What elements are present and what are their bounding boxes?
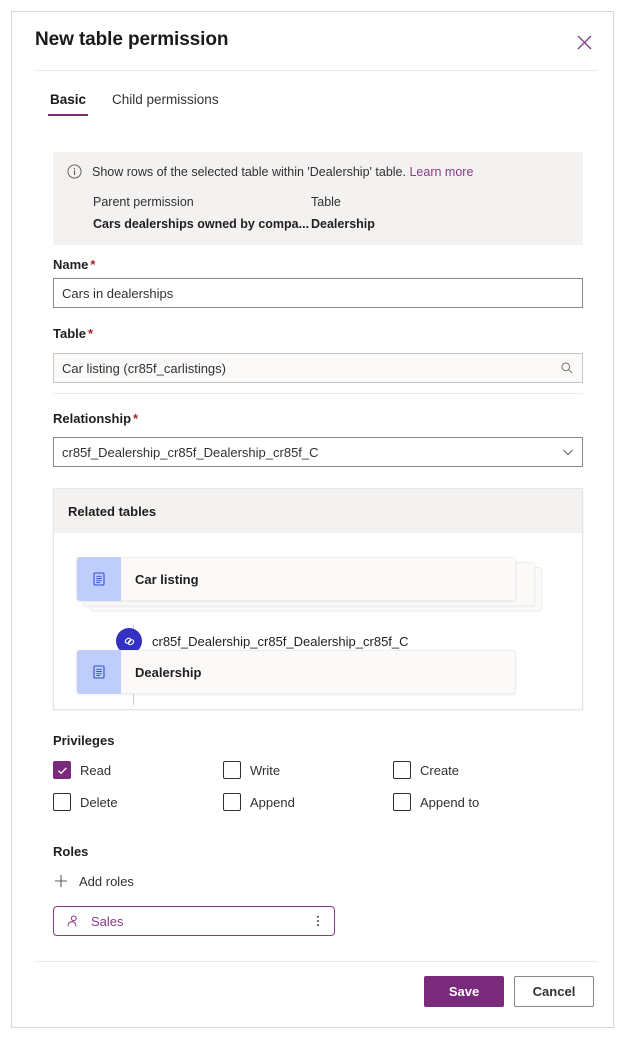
footer-divider <box>35 961 598 962</box>
cancel-button[interactable]: Cancel <box>514 976 594 1007</box>
tab-child-permissions-label: Child permissions <box>112 92 219 107</box>
info-banner-table: Parent permission Table Cars dealerships… <box>93 195 569 231</box>
table-value: Dealership <box>311 217 375 231</box>
learn-more-link[interactable]: Learn more <box>409 165 473 179</box>
privilege-create-label: Create <box>420 762 460 778</box>
tab-basic[interactable]: Basic <box>48 84 89 116</box>
role-chip-sales[interactable]: Sales <box>53 906 335 936</box>
checkbox-append-to[interactable] <box>393 793 411 811</box>
privilege-create[interactable]: Create <box>393 761 563 779</box>
relationship-select[interactable]: cr85f_Dealership_cr85f_Dealership_cr85f_… <box>53 437 583 467</box>
tab-child-permissions[interactable]: Child permissions <box>110 84 221 116</box>
roles-label: Roles <box>53 844 89 859</box>
person-icon <box>65 914 80 929</box>
related-tables-canvas: Car listing cr85f_Dealership_cr85f_Deale… <box>54 533 582 710</box>
privilege-write-label: Write <box>250 762 281 778</box>
info-banner-message-row: Show rows of the selected table within '… <box>67 164 569 183</box>
info-banner: Show rows of the selected table within '… <box>53 152 583 245</box>
role-chip-label: Sales <box>91 913 124 929</box>
table-input[interactable]: Car listing (cr85f_carlistings) <box>53 353 583 383</box>
privilege-append-to[interactable]: Append to <box>393 793 563 811</box>
target-table-card[interactable]: Dealership <box>76 650 516 694</box>
privilege-append-label: Append <box>250 794 295 810</box>
table-icon <box>77 650 121 694</box>
new-table-permission-dialog: New table permission Basic Child permiss… <box>11 11 614 1028</box>
privilege-write[interactable]: Write <box>223 761 393 779</box>
privilege-append[interactable]: Append <box>223 793 393 811</box>
table-required-mark: * <box>88 326 94 341</box>
name-input-value: Cars in dealerships <box>62 285 174 301</box>
section-divider <box>53 393 583 394</box>
source-table-card-stack: Car listing <box>76 557 542 611</box>
checkbox-write[interactable] <box>223 761 241 779</box>
privileges-label: Privileges <box>53 733 115 748</box>
target-table-card-wrap: Dealership <box>76 650 516 694</box>
source-table-name: Car listing <box>135 571 199 587</box>
table-label: Table * <box>53 326 94 341</box>
page-title: New table permission <box>35 29 229 50</box>
tab-strip: Basic Child permissions <box>48 84 221 116</box>
parent-permission-value: Cars dealerships owned by compa... <box>93 217 310 231</box>
relationship-label: Relationship * <box>53 411 139 426</box>
source-table-card[interactable]: Car listing <box>76 557 516 601</box>
checkbox-append[interactable] <box>223 793 241 811</box>
relationship-select-value: cr85f_Dealership_cr85f_Dealership_cr85f_… <box>62 444 319 460</box>
save-button[interactable]: Save <box>424 976 504 1007</box>
info-banner-text: Show rows of the selected table within '… <box>92 164 473 180</box>
table-header: Table <box>311 195 341 209</box>
chevron-down-icon[interactable] <box>562 446 574 458</box>
name-label: Name * <box>53 257 96 272</box>
privilege-read-label: Read <box>80 762 112 778</box>
related-tables-header: Related tables <box>54 489 582 533</box>
search-icon[interactable] <box>560 361 574 375</box>
privilege-delete-label: Delete <box>80 794 118 810</box>
close-icon <box>577 35 592 50</box>
privilege-append-to-label: Append to <box>420 794 480 810</box>
name-required-mark: * <box>90 257 96 272</box>
relationship-node-label: cr85f_Dealership_cr85f_Dealership_cr85f_… <box>152 633 409 649</box>
related-tables-panel: Related tables Car listing cr85f_Dealers… <box>53 488 583 710</box>
dialog-body: Show rows of the selected table within '… <box>12 130 613 939</box>
checkbox-create[interactable] <box>393 761 411 779</box>
checkbox-delete[interactable] <box>53 793 71 811</box>
privilege-delete[interactable]: Delete <box>53 793 223 811</box>
target-table-name: Dealership <box>135 664 202 680</box>
privileges-grid: Read Write Create Delete Append Append t… <box>53 761 583 811</box>
header-divider <box>35 70 598 71</box>
dialog-header: New table permission <box>12 12 613 71</box>
tab-basic-label: Basic <box>50 92 87 107</box>
table-input-value: Car listing (cr85f_carlistings) <box>62 360 226 376</box>
info-banner-message: Show rows of the selected table within '… <box>92 165 406 179</box>
plus-icon <box>53 873 69 889</box>
add-roles-label: Add roles <box>79 873 134 889</box>
dialog-footer: Save Cancel <box>424 976 594 1007</box>
info-icon <box>67 164 82 183</box>
close-button[interactable] <box>569 27 599 57</box>
privilege-read[interactable]: Read <box>53 761 223 779</box>
parent-permission-header: Parent permission <box>93 195 194 209</box>
checkbox-read[interactable] <box>53 761 71 779</box>
table-icon <box>77 557 121 601</box>
name-input[interactable]: Cars in dealerships <box>53 278 583 308</box>
relationship-required-mark: * <box>133 411 139 426</box>
add-roles-button[interactable]: Add roles <box>53 873 134 889</box>
more-vertical-icon[interactable] <box>311 914 325 928</box>
